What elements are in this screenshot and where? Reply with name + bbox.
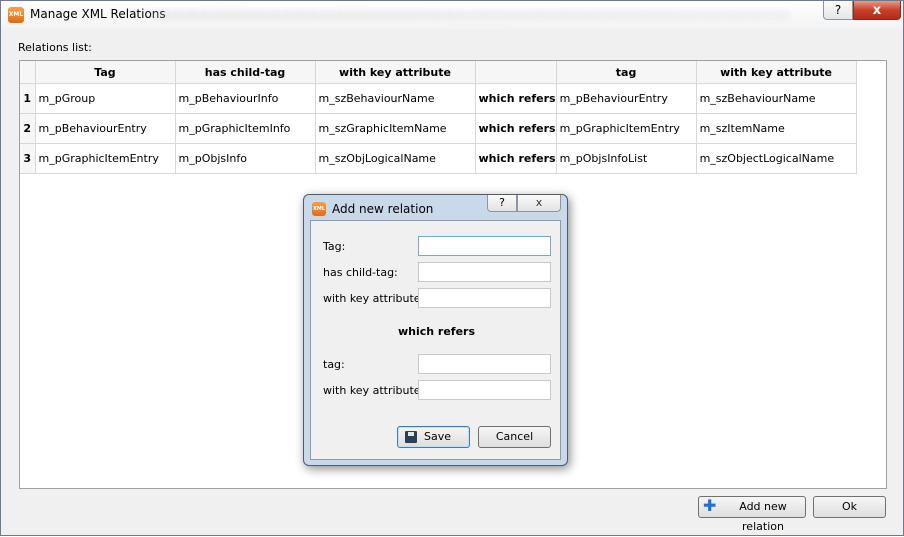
table-header-row: Tag has child-tag with key attribute tag…	[20, 61, 857, 84]
table-cell[interactable]: m_szObjectLogicalName	[696, 143, 857, 174]
main-window: XML Manage XML Relations ? x Relations l…	[0, 0, 904, 536]
add-new-relation-button[interactable]: ✚ Add new relation	[698, 496, 806, 533]
table-cell[interactable]: m_pGraphicItemEntry	[556, 113, 697, 144]
ref-key-attribute-label: with key attribute:	[323, 384, 425, 397]
table-cell[interactable]: m_szObjLogicalName	[315, 143, 476, 174]
child-tag-input[interactable]	[418, 262, 551, 282]
table-cell[interactable]: m_szItemName	[696, 113, 857, 144]
cancel-button[interactable]: Cancel	[478, 426, 551, 448]
floppy-disk-icon	[405, 431, 417, 443]
help-button[interactable]: ?	[823, 1, 853, 20]
table-row[interactable]: 1 m_pGroup m_pBehaviourInfo m_szBehaviou…	[20, 83, 857, 114]
column-header[interactable]: has child-tag	[175, 61, 316, 84]
title-bar: XML Manage XML Relations ? x	[1, 1, 903, 29]
column-header[interactable]: with key attribute	[696, 61, 857, 84]
key-attribute-input[interactable]	[418, 288, 551, 308]
column-header[interactable]: tag	[556, 61, 697, 84]
table-cell[interactable]: m_szGraphicItemName	[315, 113, 476, 144]
corner-cell[interactable]	[20, 61, 36, 84]
ref-tag-input[interactable]	[418, 354, 551, 374]
table-cell[interactable]: which refers	[475, 83, 557, 114]
table-cell[interactable]: m_pBehaviourEntry	[35, 113, 176, 144]
dialog-help-button[interactable]: ?	[487, 195, 517, 212]
table-cell[interactable]: m_pObjsInfoList	[556, 143, 697, 174]
tag-label: Tag:	[323, 240, 346, 253]
table-cell[interactable]: m_pGroup	[35, 83, 176, 114]
add-relation-dialog: XML Add new relation ? x Tag: has child-…	[303, 194, 568, 466]
window-title: Manage XML Relations	[30, 7, 166, 21]
row-number[interactable]: 2	[20, 113, 36, 144]
table-cell[interactable]: m_szBehaviourName	[315, 83, 476, 114]
column-header[interactable]: Tag	[35, 61, 176, 84]
add-new-relation-label: Add new relation	[739, 500, 787, 533]
dialog-title: Add new relation	[332, 202, 434, 216]
close-button[interactable]: x	[853, 1, 901, 20]
ref-key-attribute-input[interactable]	[418, 380, 551, 400]
ok-button[interactable]: Ok	[813, 496, 886, 518]
save-label: Save	[424, 430, 452, 443]
plus-icon: ✚	[703, 496, 717, 515]
ref-tag-label: tag:	[323, 358, 345, 371]
table-row[interactable]: 3 m_pGraphicItemEntry m_pObjsInfo m_szOb…	[20, 143, 857, 174]
xml-app-icon: XML	[8, 7, 24, 23]
table-cell[interactable]: m_pGraphicItemInfo	[175, 113, 316, 144]
dialog-close-button[interactable]: x	[517, 195, 561, 212]
table-cell[interactable]: which refers	[475, 113, 557, 144]
table-cell[interactable]: m_pBehaviourEntry	[556, 83, 697, 114]
row-number[interactable]: 3	[20, 143, 36, 174]
column-header[interactable]: with key attribute	[315, 61, 476, 84]
xml-dialog-icon: XML	[312, 202, 326, 216]
table-row[interactable]: 2 m_pBehaviourEntry m_pGraphicItemInfo m…	[20, 113, 857, 144]
child-tag-label: has child-tag:	[323, 266, 398, 279]
table-cell[interactable]: m_pGraphicItemEntry	[35, 143, 176, 174]
table-cell[interactable]: m_pObjsInfo	[175, 143, 316, 174]
column-header[interactable]	[475, 61, 557, 84]
row-number[interactable]: 1	[20, 83, 36, 114]
table-cell[interactable]: m_pBehaviourInfo	[175, 83, 316, 114]
table-cell[interactable]: which refers	[475, 143, 557, 174]
table-cell[interactable]: m_szBehaviourName	[696, 83, 857, 114]
blurred-background-text	[151, 10, 791, 20]
save-button[interactable]: Save	[397, 426, 470, 448]
which-refers-heading: which refers	[397, 325, 476, 338]
tag-input[interactable]	[418, 236, 551, 256]
key-attribute-label: with key attribute:	[323, 292, 425, 305]
relations-list-label: Relations list:	[18, 41, 92, 54]
dialog-body: Tag: has child-tag: with key attribute: …	[310, 220, 561, 460]
